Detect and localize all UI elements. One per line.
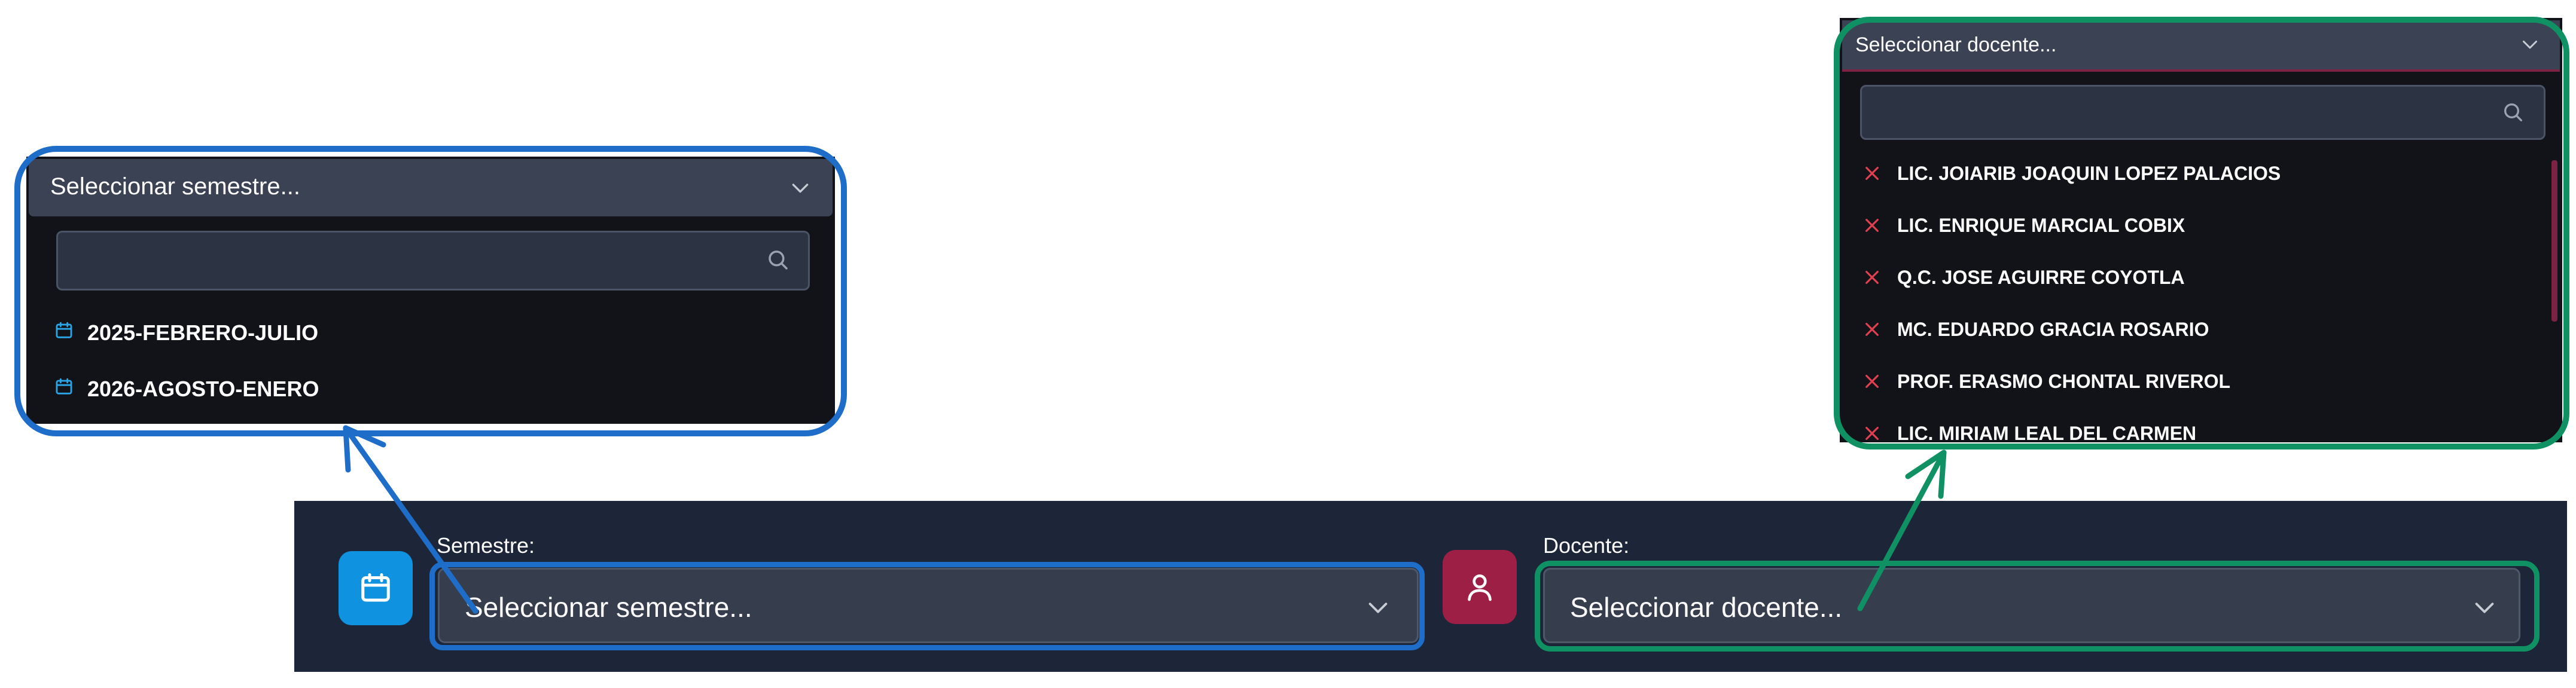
calendar-icon bbox=[361, 573, 390, 602]
teacher-select-highlight bbox=[1535, 561, 2540, 652]
semester-calendar-button[interactable] bbox=[339, 551, 413, 625]
teacher-user-button[interactable] bbox=[1443, 550, 1517, 624]
semester-select-highlight bbox=[429, 562, 1425, 650]
semester-label: Semestre: bbox=[437, 533, 535, 558]
semester-callout-outline bbox=[14, 146, 847, 436]
user-icon bbox=[1468, 574, 1492, 601]
teacher-label: Docente: bbox=[1543, 533, 1630, 558]
teacher-callout-outline bbox=[1834, 17, 2569, 450]
